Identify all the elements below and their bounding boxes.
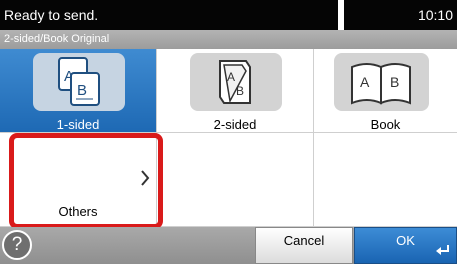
option-label: 2-sided — [213, 117, 257, 132]
option-book[interactable]: A B Book — [314, 49, 457, 133]
option-others[interactable]: Others — [0, 133, 157, 227]
two-sided-original-icon: A B — [190, 53, 282, 111]
svg-text:A: A — [227, 70, 235, 84]
option-label: 1-sided — [56, 117, 100, 132]
cancel-button[interactable]: Cancel — [255, 227, 353, 264]
chevron-right-icon — [140, 169, 150, 192]
screen-title: 2-sided/Book Original — [4, 33, 110, 45]
book-original-icon: A B — [334, 53, 429, 111]
screen-title-bar: 2-sided/Book Original — [0, 30, 457, 49]
one-sided-original-icon: A B — [33, 53, 125, 111]
option-label: Book — [370, 117, 401, 132]
svg-text:A: A — [360, 74, 370, 90]
option-grid: A B 1-sided A B 2-sided A B Book Others — [0, 49, 457, 227]
status-time: 10:10 — [417, 7, 453, 23]
status-bar: Ready to send. 10:10 — [0, 0, 457, 30]
svg-text:B: B — [77, 82, 87, 99]
status-message: Ready to send. — [4, 7, 99, 23]
svg-text:B: B — [236, 84, 244, 98]
empty-tile — [157, 133, 314, 227]
help-button[interactable]: ? — [2, 230, 32, 260]
svg-text:B: B — [390, 74, 399, 90]
ok-button[interactable]: OK — [354, 227, 457, 264]
status-divider — [338, 0, 344, 30]
option-label: Others — [58, 204, 98, 219]
cancel-label: Cancel — [283, 233, 325, 248]
enter-icon — [436, 244, 450, 259]
option-2-sided[interactable]: A B 2-sided — [157, 49, 314, 133]
option-1-sided[interactable]: A B 1-sided — [0, 49, 157, 133]
footer-bar: ? Cancel OK — [0, 227, 457, 264]
empty-tile — [314, 133, 457, 227]
